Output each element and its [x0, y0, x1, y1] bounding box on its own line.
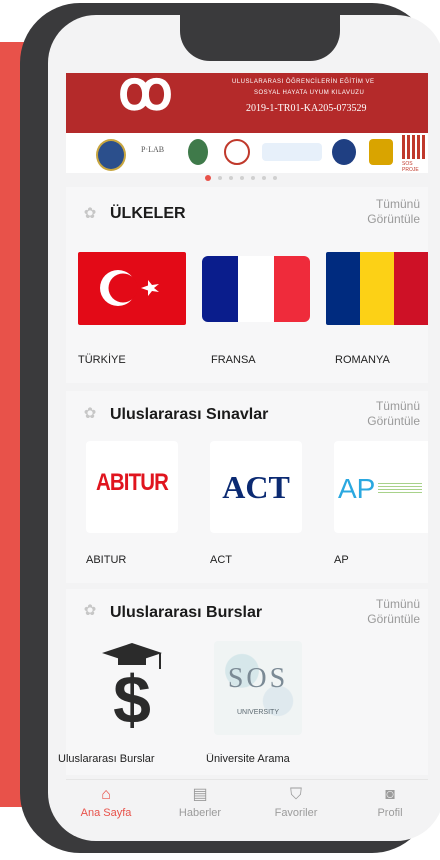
- scholarships-title: Uluslararası Burslar: [110, 604, 263, 621]
- partner-logo-6: [332, 139, 356, 165]
- carousel-dot: [229, 176, 233, 180]
- carousel-dot-active: [205, 175, 211, 181]
- scholarship-card-international[interactable]: $: [80, 639, 184, 729]
- partner-logo-2: P·LAB: [141, 145, 169, 159]
- tab-home-label: Ana Sayfa: [80, 807, 132, 819]
- carousel-dot: [262, 176, 266, 180]
- scholarship-label-university-search: Üniversite Arama: [206, 753, 290, 765]
- scholarships-view-all-link[interactable]: Tümünü Görüntüle: [350, 597, 420, 627]
- tab-favorites[interactable]: ⛉ Favoriler: [256, 786, 336, 819]
- exam-card-act[interactable]: ACT: [210, 441, 302, 533]
- countries-section: ✿ ÜLKELER Tümünü Görüntüle TÜRKİYE FRANS…: [66, 187, 428, 383]
- tab-news-label: Haberler: [178, 807, 222, 819]
- scholarships-section: ✿ Uluslararası Burslar Tümünü Görüntüle …: [58, 589, 428, 775]
- countries-title: ÜLKELER: [110, 205, 186, 222]
- partner-logo-caption: SOS PROJE: [402, 161, 419, 173]
- exam-label-act: ACT: [210, 554, 232, 566]
- partner-logo-1: [96, 139, 126, 171]
- tab-home[interactable]: ⌂ Ana Sayfa: [66, 786, 146, 819]
- country-label-france: FRANSA: [211, 354, 256, 366]
- tab-favorites-label: Favoriler: [274, 807, 318, 819]
- exam-card-abitur[interactable]: ABITUR: [86, 441, 178, 533]
- carousel-dot: [240, 176, 244, 180]
- svg-text:$: $: [113, 662, 151, 729]
- partner-logo-4: [224, 139, 250, 165]
- banner-line-1: ULUSLARARASI ÖĞRENCİLERİN EĞİTİM VE: [232, 79, 375, 85]
- country-label-turkey: TÜRKİYE: [78, 354, 126, 366]
- promo-banner[interactable]: ꝏ ULUSLARARASI ÖĞRENCİLERİN EĞİTİM VE SO…: [66, 73, 428, 133]
- country-card-romania[interactable]: [326, 252, 428, 325]
- section-flower-icon: ✿: [83, 405, 97, 422]
- carousel-dot: [218, 176, 222, 180]
- sos-logo-subtitle: UNIVERSITY: [236, 709, 279, 716]
- partner-logo-3: [188, 139, 208, 165]
- exam-card-ap[interactable]: AP: [334, 441, 428, 533]
- news-icon: ▤: [192, 786, 208, 803]
- scholarship-card-university-search[interactable]: SOS UNIVERSITY: [214, 641, 302, 735]
- carousel-dot: [251, 176, 255, 180]
- abitur-logo: ABITUR: [96, 469, 169, 496]
- scholarship-label-international: Uluslararası Burslar: [58, 753, 155, 765]
- home-icon: ⌂: [101, 786, 111, 803]
- countries-view-all-link[interactable]: Tümünü Görüntüle: [350, 197, 420, 227]
- partner-qr-code: [402, 135, 426, 159]
- france-flag-icon: [202, 256, 310, 322]
- sos-logo-text: SOS: [227, 663, 289, 694]
- ap-logo: AP: [338, 473, 376, 504]
- turkey-flag-icon: [100, 270, 159, 306]
- app-screen: ꝏ ULUSLARARASI ÖĞRENCİLERİN EĞİTİM VE SO…: [48, 15, 440, 841]
- scholarship-dollar-icon: $: [102, 643, 162, 729]
- bookmark-icon: ⛉: [289, 786, 302, 803]
- banner-line-3: 2019-1-TR01-KA205-073529: [246, 103, 367, 114]
- partner-logo-5: [262, 143, 322, 161]
- tab-news[interactable]: ▤ Haberler: [160, 786, 240, 819]
- exams-view-all-link[interactable]: Tümünü Görüntüle: [350, 399, 420, 429]
- carousel-indicator: [48, 174, 440, 182]
- phone-notch: [180, 15, 340, 61]
- partner-logos-strip: P·LAB SOS PROJE: [66, 133, 428, 173]
- tab-profile[interactable]: ◙ Profil: [350, 786, 430, 819]
- exam-label-abitur: ABITUR: [86, 554, 127, 566]
- exams-section: ✿ Uluslararası Sınavlar Tümünü Görüntüle…: [66, 391, 428, 583]
- section-flower-icon: ✿: [83, 602, 97, 619]
- tab-profile-label: Profil: [377, 807, 403, 819]
- section-flower-icon: ✿: [83, 205, 97, 222]
- country-card-turkey[interactable]: [78, 252, 186, 325]
- carousel-dot: [273, 176, 277, 180]
- romania-flag-icon: [326, 252, 428, 325]
- bottom-tab-bar: ⌂ Ana Sayfa ▤ Haberler ⛉ Favoriler ◙ Pro…: [66, 779, 428, 836]
- banner-line-2: SOSYAL HAYATA UYUM KILAVUZU: [254, 90, 365, 96]
- country-card-france[interactable]: [202, 256, 310, 322]
- partner-logo-7: [369, 139, 393, 165]
- exams-title: Uluslararası Sınavlar: [110, 406, 269, 423]
- phone-frame: ꝏ ULUSLARARASI ÖĞRENCİLERİN EĞİTİM VE SO…: [20, 3, 440, 853]
- ap-logo-tagline: [378, 483, 422, 493]
- country-label-romania: ROMANYA: [335, 354, 390, 366]
- banner-logo-graphic: ꝏ: [118, 73, 173, 121]
- act-logo: ACT: [222, 469, 290, 505]
- exam-label-ap: AP: [334, 554, 349, 566]
- profile-icon: ◙: [385, 786, 395, 803]
